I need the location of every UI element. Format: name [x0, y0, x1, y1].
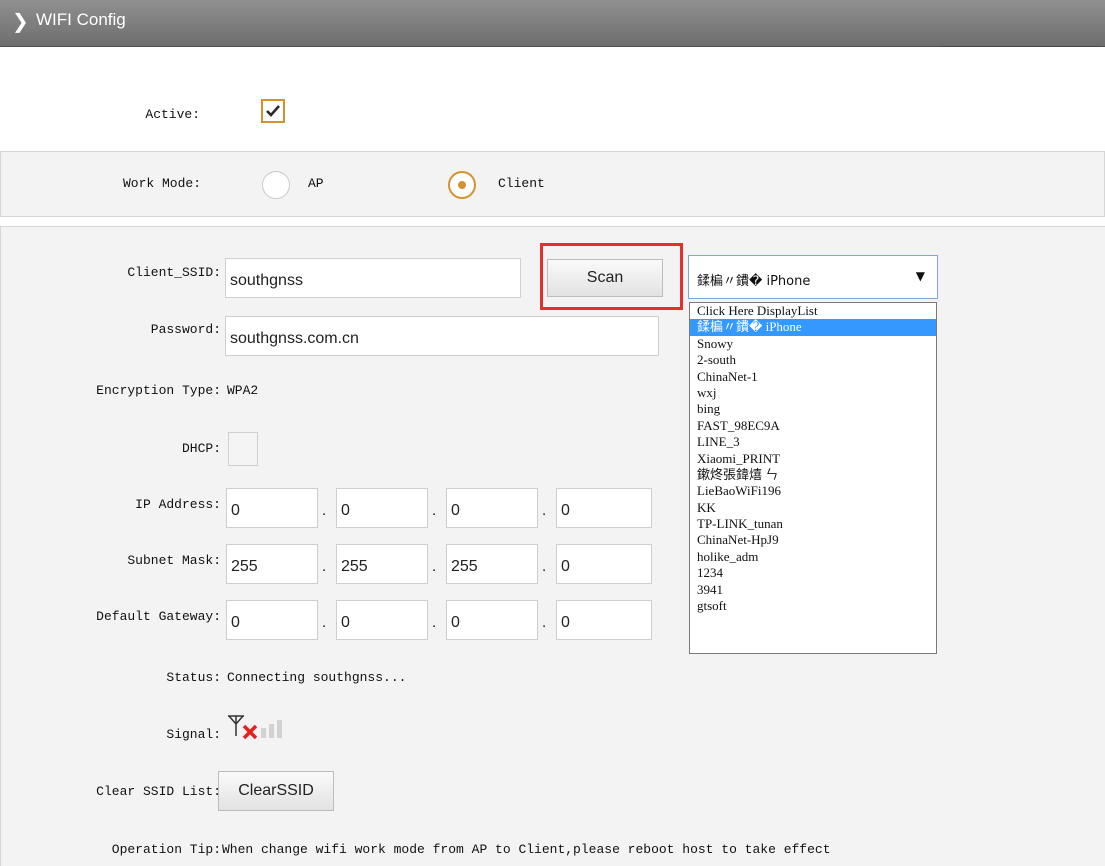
page-title: WIFI Config [36, 10, 126, 29]
status-value: Connecting southgnss... [227, 670, 407, 685]
dhcp-label: DHCP: [181, 441, 221, 456]
password-label: Password: [150, 322, 221, 337]
ssid-option[interactable]: Snowy [690, 336, 936, 352]
clear-ssid-label: Clear SSID List: [96, 784, 221, 799]
active-section: Active: [0, 47, 1105, 151]
ssid-option[interactable]: TP-LINK_tunan [690, 516, 936, 532]
clear-ssid-button[interactable]: ClearSSID [218, 771, 334, 811]
radio-client[interactable] [448, 171, 476, 199]
ssid-option[interactable]: 鏉炵張鍏熺 ㄣ [690, 467, 936, 483]
ip-octet-1[interactable]: 0 [226, 488, 318, 528]
gateway-octet-1[interactable]: 0 [226, 600, 318, 640]
work-mode-label: Work Mode: [122, 176, 201, 191]
ssid-option[interactable]: ChinaNet-HpJ9 [690, 532, 936, 548]
page-header: ❯ WIFI Config [0, 0, 1105, 66]
ssid-option[interactable]: 3941 [690, 582, 936, 598]
checkmark-icon [266, 105, 280, 117]
ip-octet-4[interactable]: 0 [556, 488, 652, 528]
encryption-label: Encryption Type: [96, 383, 221, 398]
mask-octet-4[interactable]: 0 [556, 544, 652, 584]
ssid-option[interactable]: FAST_98EC9A [690, 418, 936, 434]
radio-ap[interactable] [262, 171, 290, 199]
dropdown-arrow-icon: ▼ [915, 269, 925, 283]
ssid-option[interactable]: bing [690, 401, 936, 417]
active-label: Active: [145, 107, 200, 122]
gateway-octet-3[interactable]: 0 [446, 600, 538, 640]
ip-octet-2[interactable]: 0 [336, 488, 428, 528]
status-label: Status: [166, 670, 221, 685]
ssid-option[interactable]: wxj [690, 385, 936, 401]
ssid-option[interactable]: KK [690, 500, 936, 516]
ip-separator: . [542, 502, 547, 519]
chevron-right-icon: ❯ [12, 9, 29, 33]
ssid-option[interactable]: 1234 [690, 565, 936, 581]
active-checkbox[interactable] [261, 99, 285, 123]
ssid-option[interactable]: 2-south [690, 352, 936, 368]
radio-ap-label: AP [308, 176, 324, 191]
ip-separator: . [322, 502, 327, 519]
ssid-option[interactable]: LINE_3 [690, 434, 936, 450]
mask-octet-2[interactable]: 255 [336, 544, 428, 584]
gateway-octet-4[interactable]: 0 [556, 600, 652, 640]
ssid-select-value: 鍒楄〃鐨� iPhone [697, 274, 811, 289]
scan-button[interactable]: Scan [547, 259, 663, 297]
work-mode-section: Work Mode: AP Client [0, 151, 1105, 217]
gateway-octet-2[interactable]: 0 [336, 600, 428, 640]
signal-label: Signal: [166, 727, 221, 742]
gateway-separator: . [432, 614, 437, 631]
ssid-option[interactable]: holike_adm [690, 549, 936, 565]
gateway-separator: . [542, 614, 547, 631]
ssid-option[interactable]: gtsoft [690, 598, 936, 614]
ssid-label: Client_SSID: [127, 265, 221, 280]
mask-separator: . [432, 558, 437, 575]
radio-client-label: Client [498, 176, 545, 191]
encryption-value: WPA2 [227, 383, 259, 398]
password-input[interactable]: southgnss.com.cn [225, 316, 659, 356]
ssid-select[interactable]: 鍒楄〃鐨� iPhone ▼ [688, 255, 938, 299]
signal-disconnected-icon [228, 715, 282, 740]
mask-separator: . [542, 558, 547, 575]
ssid-option[interactable]: LieBaoWiFi196 [690, 483, 936, 499]
ip-octet-3[interactable]: 0 [446, 488, 538, 528]
dhcp-checkbox[interactable] [228, 432, 258, 466]
subnet-mask-label: Subnet Mask: [127, 553, 221, 568]
mask-octet-3[interactable]: 255 [446, 544, 538, 584]
ip-address-label: IP Address: [135, 497, 221, 512]
default-gateway-label: Default Gateway: [96, 609, 221, 624]
ssid-option[interactable]: Click Here DisplayList [690, 303, 936, 319]
gateway-separator: . [322, 614, 327, 631]
operation-tip-text: When change wifi work mode from AP to Cl… [222, 842, 831, 857]
operation-tip-label: Operation Tip: [111, 842, 221, 857]
ssid-input[interactable]: southgnss [225, 258, 521, 298]
ssid-option[interactable]: ChinaNet-1 [690, 369, 936, 385]
ssid-option-selected[interactable]: 鍒楄〃鐨� iPhone [690, 319, 936, 336]
mask-separator: . [322, 558, 327, 575]
ssid-dropdown-list[interactable]: Click Here DisplayList 鍒楄〃鐨� iPhone Snow… [689, 302, 937, 654]
ssid-option[interactable]: Xiaomi_PRINT [690, 451, 936, 467]
mask-octet-1[interactable]: 255 [226, 544, 318, 584]
ip-separator: . [432, 502, 437, 519]
